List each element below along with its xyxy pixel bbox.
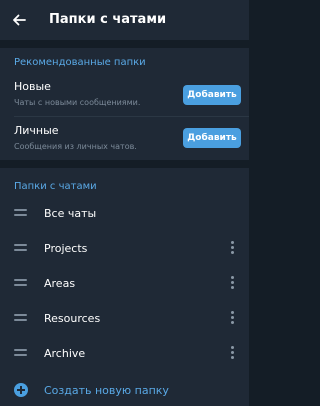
add-folder-button[interactable]: Добавить xyxy=(183,128,241,148)
more-options-icon[interactable] xyxy=(229,311,235,326)
section-gap xyxy=(0,160,249,168)
drag-handle-icon[interactable] xyxy=(14,279,27,288)
folders-section-title: Папки с чатами xyxy=(14,181,97,192)
create-folder-button[interactable]: Создать новую папку xyxy=(0,376,249,404)
folder-label: Resources xyxy=(44,312,101,325)
recommended-item-description: Чаты с новыми сообщениями. xyxy=(14,98,141,107)
add-folder-button[interactable]: Добавить xyxy=(183,85,241,105)
divider xyxy=(14,116,249,117)
arrow-left-icon[interactable] xyxy=(10,11,28,29)
plus-circle-icon xyxy=(14,383,28,397)
recommended-item-description: Сообщения из личных чатов. xyxy=(14,142,137,151)
more-options-icon[interactable] xyxy=(229,241,235,256)
more-options-icon[interactable] xyxy=(229,276,235,291)
folder-row[interactable]: Resources xyxy=(0,301,249,336)
folder-row[interactable]: Все чаты xyxy=(0,196,249,231)
drag-handle-icon[interactable] xyxy=(14,209,27,218)
top-bar: Папки с чатами xyxy=(0,0,249,40)
recommended-item-name: Новые xyxy=(14,80,51,93)
chat-folders-card: Папки с чатами Все чаты Projects Areas R… xyxy=(0,168,249,406)
page-title: Папки с чатами xyxy=(49,12,167,27)
folder-row[interactable]: Archive xyxy=(0,336,249,371)
drag-handle-icon[interactable] xyxy=(14,349,27,358)
section-gap xyxy=(0,40,249,48)
folder-label: Areas xyxy=(44,277,76,290)
folder-label: Projects xyxy=(44,242,88,255)
folder-row[interactable]: Projects xyxy=(0,231,249,266)
folder-label: Archive xyxy=(44,347,86,360)
drag-handle-icon[interactable] xyxy=(14,244,27,253)
create-folder-label: Создать новую папку xyxy=(44,384,169,397)
folder-row[interactable]: Areas xyxy=(0,266,249,301)
folder-label: Все чаты xyxy=(44,207,97,220)
more-options-icon[interactable] xyxy=(229,346,235,361)
recommended-section-title: Рекомендованные папки xyxy=(14,57,146,68)
drag-handle-icon[interactable] xyxy=(14,314,27,323)
recommended-folders-card: Рекомендованные папки Новые Чаты с новым… xyxy=(0,48,249,160)
recommended-item-name: Личные xyxy=(14,124,59,137)
